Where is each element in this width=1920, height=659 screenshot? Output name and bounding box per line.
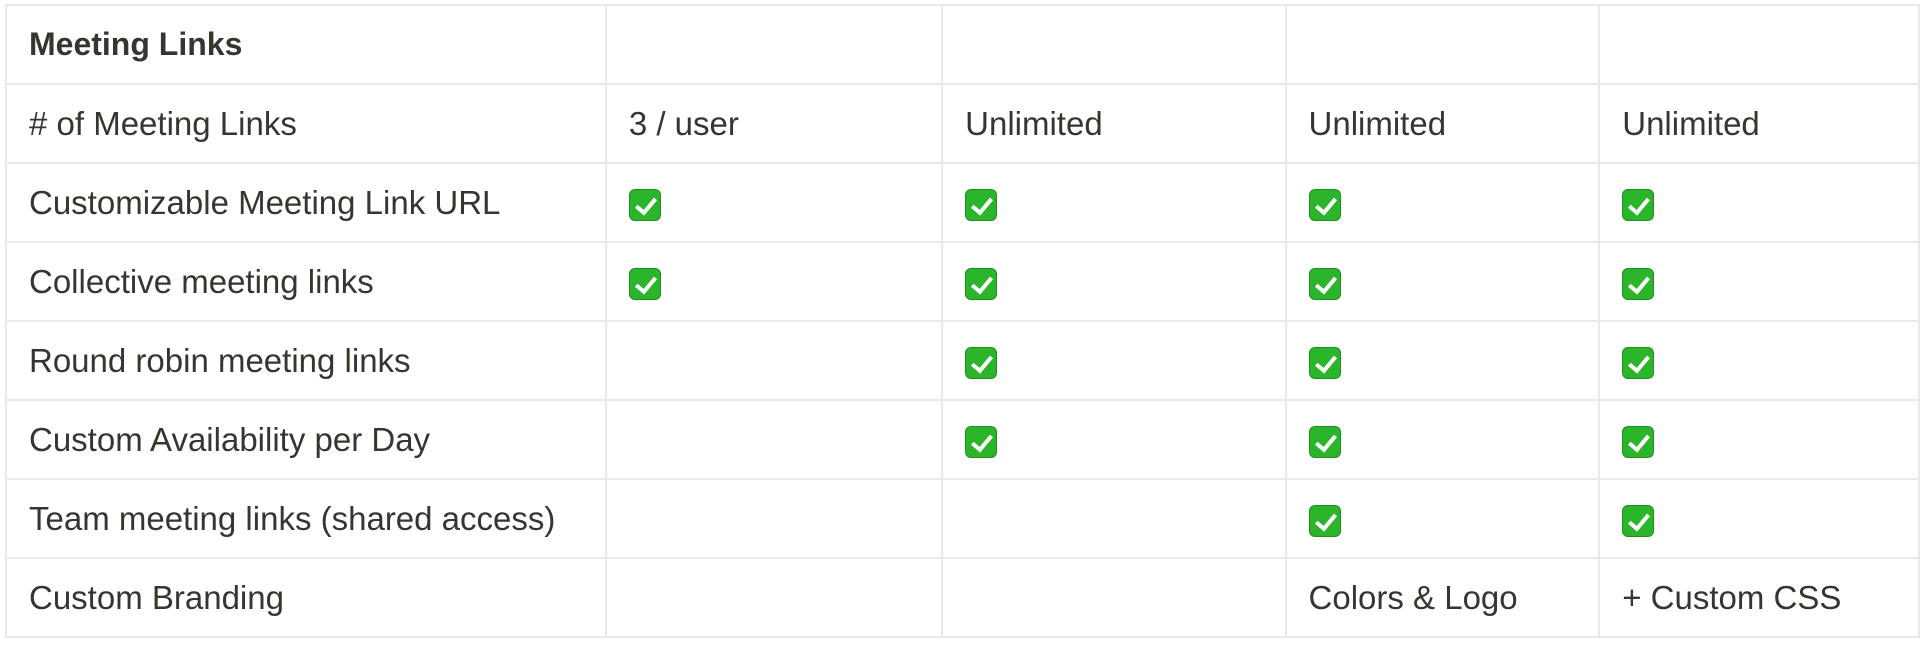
- check-mark-icon: [1622, 425, 1655, 458]
- empty-cell: [1284, 4, 1601, 85]
- empty-cell: [1598, 4, 1920, 85]
- table-row: Custom Availability per Day: [5, 399, 1920, 480]
- empty-cell: [941, 557, 1287, 638]
- included-cell: [1598, 399, 1920, 480]
- check-mark-icon: [1622, 267, 1655, 300]
- included-cell: [1284, 320, 1601, 401]
- empty-cell: [604, 557, 944, 638]
- table-row: Round robin meeting links: [5, 320, 1920, 401]
- check-mark-icon: [1622, 188, 1655, 221]
- included-cell: [1284, 241, 1601, 322]
- check-mark-icon: [1308, 188, 1341, 221]
- check-mark-icon: [965, 425, 998, 458]
- table-row: Customizable Meeting Link URL: [5, 162, 1920, 243]
- check-mark-icon: [628, 188, 661, 221]
- check-mark-icon: [1622, 504, 1655, 537]
- empty-cell: [604, 4, 944, 85]
- included-cell: [941, 162, 1287, 243]
- value-cell: 3 / user: [604, 83, 944, 164]
- included-cell: [1598, 162, 1920, 243]
- value-cell: Unlimited: [941, 83, 1287, 164]
- value-cell: Unlimited: [1598, 83, 1920, 164]
- included-cell: [1598, 478, 1920, 559]
- check-mark-icon: [965, 188, 998, 221]
- check-mark-icon: [965, 346, 998, 379]
- feature-comparison-table: Meeting Links # of Meeting Links 3 / user…: [5, 4, 1920, 638]
- included-cell: [941, 399, 1287, 480]
- check-mark-icon: [1308, 267, 1341, 300]
- included-cell: [1598, 320, 1920, 401]
- check-mark-icon: [1308, 346, 1341, 379]
- feature-label: Collective meeting links: [5, 241, 607, 322]
- section-header-row: Meeting Links: [5, 4, 1920, 85]
- table-row: Custom Branding Colors & Logo + Custom CSS: [5, 557, 1920, 638]
- included-cell: [1284, 478, 1601, 559]
- included-cell: [604, 241, 944, 322]
- check-mark-icon: [1308, 425, 1341, 458]
- included-cell: [604, 162, 944, 243]
- included-cell: [1284, 162, 1601, 243]
- table-row: Team meeting links (shared access): [5, 478, 1920, 559]
- check-mark-icon: [1622, 346, 1655, 379]
- check-mark-icon: [628, 267, 661, 300]
- included-cell: [1598, 241, 1920, 322]
- value-cell: Colors & Logo: [1284, 557, 1601, 638]
- check-mark-icon: [1308, 504, 1341, 537]
- table-row: # of Meeting Links 3 / user Unlimited Unlim…: [5, 83, 1920, 164]
- empty-cell: [604, 320, 944, 401]
- feature-label: Custom Availability per Day: [5, 399, 607, 480]
- feature-comparison-table-wrapper: Meeting Links # of Meeting Links 3 / user…: [5, 4, 1920, 638]
- feature-label: Customizable Meeting Link URL: [5, 162, 607, 243]
- feature-label: Custom Branding: [5, 557, 607, 638]
- empty-cell: [941, 4, 1287, 85]
- included-cell: [941, 241, 1287, 322]
- table-row: Collective meeting links: [5, 241, 1920, 322]
- empty-cell: [941, 478, 1287, 559]
- empty-cell: [604, 399, 944, 480]
- value-cell: + Custom CSS: [1598, 557, 1920, 638]
- feature-label: # of Meeting Links: [5, 83, 607, 164]
- check-mark-icon: [965, 267, 998, 300]
- included-cell: [1284, 399, 1601, 480]
- empty-cell: [604, 478, 944, 559]
- feature-label: Round robin meeting links: [5, 320, 607, 401]
- section-title: Meeting Links: [5, 4, 607, 85]
- value-cell: Unlimited: [1284, 83, 1601, 164]
- feature-label: Team meeting links (shared access): [5, 478, 607, 559]
- included-cell: [941, 320, 1287, 401]
